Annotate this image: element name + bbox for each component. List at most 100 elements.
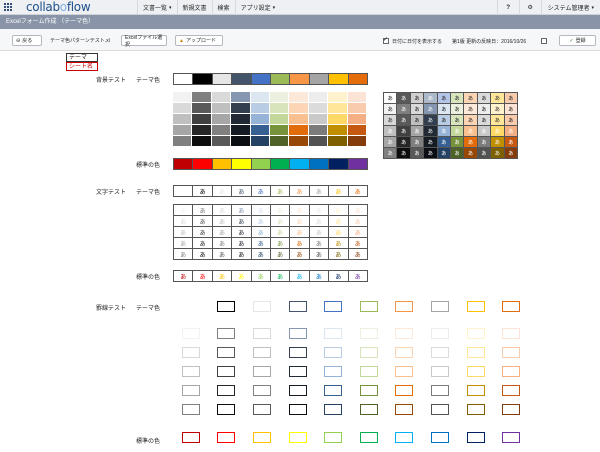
border-standard-label: 標準の色 (136, 439, 161, 445)
border-box (181, 404, 200, 415)
version-checkbox[interactable] (541, 38, 547, 44)
text-cell: あ (174, 216, 194, 227)
bg-cell (250, 114, 270, 125)
help-icon[interactable]: ? (496, 0, 519, 15)
text-cell: あ (251, 238, 271, 249)
nav-item-3[interactable]: アプリ設定 ▾ (234, 0, 281, 15)
chevron-down-icon: ▾ (272, 4, 276, 11)
border-box (324, 347, 343, 358)
upload-button[interactable]: ▲ アップロード (175, 35, 223, 46)
palette-cell: あ (424, 93, 438, 104)
border-box (181, 385, 200, 396)
palette-cell: あ (491, 137, 505, 148)
border-cell (493, 343, 529, 362)
text-cell: あ (193, 216, 213, 227)
palette-cell: あ (424, 148, 438, 159)
sheet-tab-sheetname[interactable]: シート名 (66, 62, 98, 71)
text-cell: あ (193, 186, 213, 197)
palette-cell: あ (397, 93, 411, 104)
border-cell (280, 324, 316, 343)
border-box (359, 385, 378, 396)
bg-cell (308, 114, 329, 125)
border-cell (173, 297, 209, 316)
palette-cell: あ (424, 104, 438, 115)
nav-item-1[interactable]: 新規文書 (176, 0, 212, 15)
border-box (324, 432, 343, 443)
sheet-content: テーマ シート名 背景テスト テーマ色 ああああああああああああああああああああ… (0, 51, 600, 452)
bg-cell (173, 114, 193, 125)
select-file-button[interactable]: Excelファイル選択 (121, 35, 167, 48)
palette-cell: あ (397, 148, 411, 159)
nav-item-2[interactable]: 検索 (211, 0, 235, 15)
border-cell (493, 297, 529, 316)
border-cell (315, 297, 351, 316)
border-box (430, 404, 449, 415)
palette-cell: あ (464, 104, 478, 115)
user-menu[interactable]: システム管理者 ▾ (540, 0, 600, 15)
palette-cell: あ (450, 104, 465, 115)
border-box (181, 328, 200, 339)
border-box (502, 432, 521, 443)
right-nav: ? ⚙ システム管理者 ▾ (496, 0, 600, 15)
border-box (217, 432, 236, 443)
border-cell (387, 362, 423, 381)
date-display-label: 日付に日付を表示する (392, 39, 443, 45)
border-box (217, 385, 236, 396)
logo[interactable]: collaboflow (26, 0, 91, 14)
border-box (466, 366, 485, 377)
bg-cell (212, 159, 233, 170)
text-cell: あ (232, 271, 252, 282)
apps-grid-icon[interactable] (4, 3, 12, 11)
bg-cell (193, 74, 213, 85)
border-box (359, 366, 378, 377)
border-box (324, 404, 343, 415)
border-box (466, 404, 485, 415)
palette-cell: あ (450, 93, 465, 104)
bg-cell (231, 114, 251, 125)
border-cell (209, 428, 245, 447)
border-cell (422, 381, 458, 400)
sheet-tab-theme[interactable]: テーマ (66, 53, 98, 62)
file-name: テーマ色パターンテスト.xl (50, 38, 110, 44)
bg-cell (250, 136, 270, 147)
text-cell: あ (270, 238, 291, 249)
bg-cell (250, 103, 270, 114)
border-cell (458, 324, 494, 343)
palette-cell: あ (477, 126, 492, 137)
bg-cell (192, 92, 212, 103)
palette-cell: あ (477, 93, 492, 104)
bg-cell (193, 159, 213, 170)
back-button[interactable]: ⊖ 戻る (12, 35, 42, 46)
border-cell (209, 362, 245, 381)
border-cell (493, 381, 529, 400)
border-box (252, 328, 271, 339)
border-cell (209, 297, 245, 316)
gear-icon[interactable]: ⚙ (518, 0, 541, 15)
border-cell (315, 381, 351, 400)
border-box (466, 301, 485, 312)
bg-cell (174, 74, 194, 85)
border-box (181, 366, 200, 377)
nav-item-0[interactable]: 文書一覧 ▾ (137, 0, 177, 15)
border-box (395, 404, 414, 415)
palette-cell: あ (424, 126, 438, 137)
border-cell (315, 428, 351, 447)
border-cell (422, 428, 458, 447)
border-box (252, 385, 271, 396)
text-cell: あ (174, 186, 194, 197)
back-arrow-icon: ⊖ (16, 37, 21, 44)
border-cell (315, 362, 351, 381)
text-cell: あ (329, 271, 349, 282)
text-cell: あ (212, 249, 233, 260)
border-cell (387, 297, 423, 316)
palette-cell: あ (450, 126, 465, 137)
text-cell: あ (232, 238, 252, 249)
border-cell (493, 362, 529, 381)
palette-cell: あ (424, 137, 438, 148)
date-display-checkbox[interactable] (383, 36, 389, 44)
register-button[interactable]: ✓ 登録 (559, 35, 596, 46)
border-box (430, 328, 449, 339)
bg-cell (289, 92, 309, 103)
bg-cell (308, 92, 329, 103)
border-cell (209, 400, 245, 419)
